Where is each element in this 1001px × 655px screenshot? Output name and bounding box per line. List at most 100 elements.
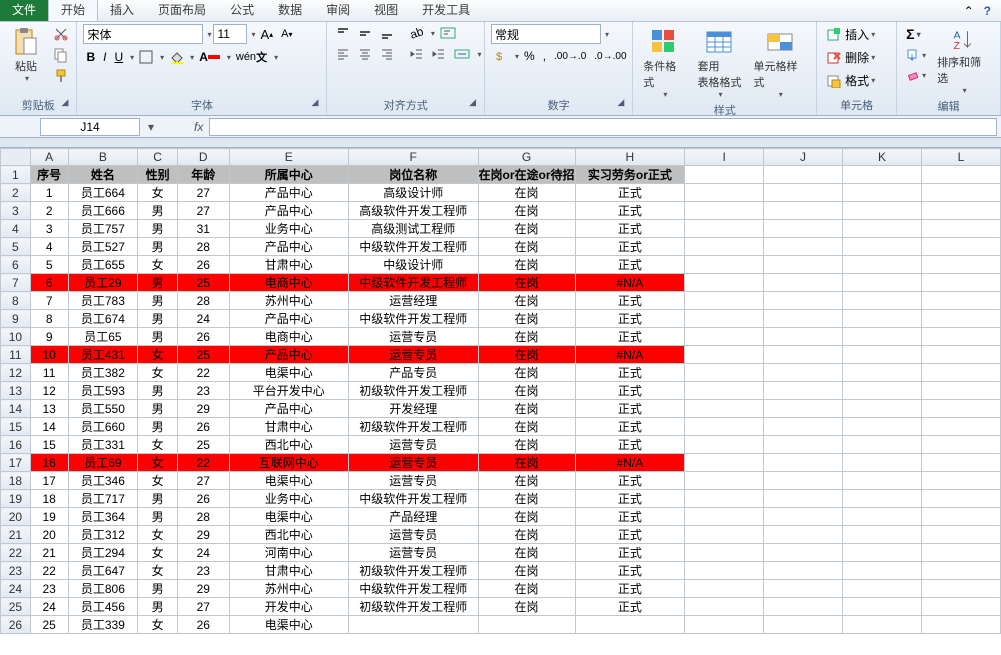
table-header-cell[interactable]: 性别: [138, 166, 178, 184]
column-header[interactable]: D: [177, 149, 229, 166]
cell[interactable]: 开发中心: [229, 598, 348, 616]
cell[interactable]: [921, 310, 1000, 328]
cell[interactable]: 在岗: [478, 256, 575, 274]
cell[interactable]: 男: [138, 508, 178, 526]
cell[interactable]: [685, 598, 764, 616]
cell[interactable]: [843, 202, 922, 220]
cell[interactable]: 产品中心: [229, 202, 348, 220]
column-header[interactable]: C: [138, 149, 178, 166]
cell[interactable]: [764, 490, 843, 508]
cell[interactable]: 甘肃中心: [229, 562, 348, 580]
cell[interactable]: [843, 508, 922, 526]
cell[interactable]: 河南中心: [229, 544, 348, 562]
column-header[interactable]: A: [30, 149, 68, 166]
cell[interactable]: 员工593: [68, 382, 138, 400]
cell[interactable]: [764, 580, 843, 598]
cell[interactable]: [685, 328, 764, 346]
cell[interactable]: 在岗: [478, 184, 575, 202]
cell[interactable]: [685, 436, 764, 454]
cell[interactable]: 女: [138, 436, 178, 454]
cell[interactable]: [764, 274, 843, 292]
cell[interactable]: 正式: [575, 238, 685, 256]
row-header[interactable]: 5: [1, 238, 31, 256]
tab-file[interactable]: 文件: [0, 0, 48, 21]
cell[interactable]: 员工431: [68, 346, 138, 364]
cell[interactable]: 员工29: [68, 274, 138, 292]
cell[interactable]: 运营专员: [348, 454, 478, 472]
cell[interactable]: 女: [138, 184, 178, 202]
tab-layout[interactable]: 页面布局: [146, 0, 218, 21]
align-middle-button[interactable]: [355, 24, 375, 42]
cell[interactable]: 女: [138, 562, 178, 580]
cell[interactable]: 在岗: [478, 346, 575, 364]
font-name-combo[interactable]: [83, 24, 203, 44]
cell[interactable]: 正式: [575, 220, 685, 238]
indent-decrease-button[interactable]: [407, 45, 427, 63]
cell[interactable]: [921, 274, 1000, 292]
cell[interactable]: [843, 598, 922, 616]
cell[interactable]: 在岗: [478, 580, 575, 598]
cell[interactable]: #N/A: [575, 274, 685, 292]
cell[interactable]: [843, 490, 922, 508]
cell[interactable]: 产品中心: [229, 400, 348, 418]
row-header[interactable]: 19: [1, 490, 31, 508]
cell[interactable]: [764, 202, 843, 220]
format-cells-button[interactable]: 格式 ▾: [823, 70, 878, 91]
row-header[interactable]: 6: [1, 256, 31, 274]
row-header[interactable]: 23: [1, 562, 31, 580]
cell[interactable]: 31: [177, 220, 229, 238]
cell[interactable]: [921, 238, 1000, 256]
tab-review[interactable]: 审阅: [314, 0, 362, 21]
cell[interactable]: 26: [177, 490, 229, 508]
column-header[interactable]: K: [843, 149, 922, 166]
cell[interactable]: [685, 310, 764, 328]
wrap-text-button[interactable]: [437, 24, 459, 42]
cell[interactable]: [685, 454, 764, 472]
row-header[interactable]: 9: [1, 310, 31, 328]
cell[interactable]: 员工69: [68, 454, 138, 472]
cell[interactable]: 11: [30, 364, 68, 382]
cell[interactable]: [921, 454, 1000, 472]
cell[interactable]: 22: [177, 364, 229, 382]
cell[interactable]: 初级软件开发工程师: [348, 418, 478, 436]
row-header[interactable]: 26: [1, 616, 31, 634]
italic-button[interactable]: I: [100, 48, 109, 66]
cell[interactable]: [921, 598, 1000, 616]
cell[interactable]: 男: [138, 292, 178, 310]
cell[interactable]: [843, 418, 922, 436]
cell[interactable]: [685, 580, 764, 598]
cell[interactable]: [843, 184, 922, 202]
fx-icon[interactable]: fx: [188, 120, 209, 134]
format-as-table-button[interactable]: 套用 表格格式▾: [693, 24, 745, 101]
cell[interactable]: [921, 328, 1000, 346]
cell[interactable]: 男: [138, 274, 178, 292]
cell[interactable]: 正式: [575, 400, 685, 418]
cell[interactable]: 正式: [575, 202, 685, 220]
cell[interactable]: 29: [177, 580, 229, 598]
column-header[interactable]: I: [685, 149, 764, 166]
paste-button[interactable]: 粘贴 ▾: [6, 24, 46, 85]
cell[interactable]: 在岗: [478, 382, 575, 400]
chevron-down-icon[interactable]: ▾: [160, 53, 164, 62]
cell[interactable]: 中级软件开发工程师: [348, 310, 478, 328]
cell[interactable]: 18: [30, 490, 68, 508]
cell[interactable]: 电渠中心: [229, 508, 348, 526]
cell[interactable]: 在岗: [478, 526, 575, 544]
cell[interactable]: [843, 238, 922, 256]
cell[interactable]: 1: [30, 184, 68, 202]
cell[interactable]: 19: [30, 508, 68, 526]
cell[interactable]: 男: [138, 598, 178, 616]
chevron-down-icon[interactable]: ▾: [477, 50, 481, 59]
cell[interactable]: 正式: [575, 256, 685, 274]
cell[interactable]: [685, 616, 764, 634]
cell[interactable]: 产品中心: [229, 184, 348, 202]
help-icon[interactable]: ?: [984, 4, 991, 18]
cell[interactable]: 电商中心: [229, 328, 348, 346]
cell[interactable]: [764, 562, 843, 580]
cell[interactable]: 在岗: [478, 598, 575, 616]
cell[interactable]: [843, 544, 922, 562]
cell[interactable]: [685, 184, 764, 202]
cell[interactable]: [764, 220, 843, 238]
cell[interactable]: 员工783: [68, 292, 138, 310]
cell[interactable]: 员工647: [68, 562, 138, 580]
